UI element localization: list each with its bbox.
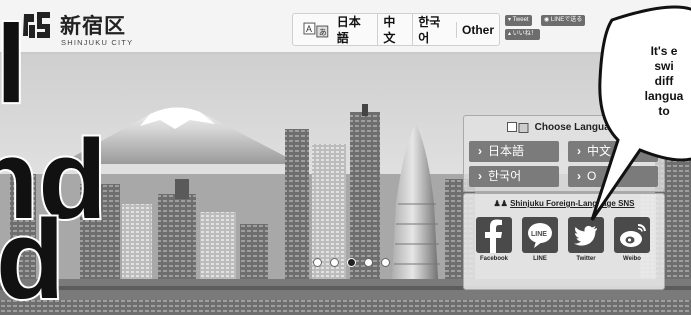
bubble-line-2: swi <box>654 59 674 73</box>
speech-bubble-text: It's e swi diff langua to <box>604 44 691 119</box>
bubble-line-4: langua <box>644 89 684 103</box>
bubble-line-1: It's e <box>650 44 678 58</box>
bubble-line-5: to <box>658 104 670 118</box>
speech-bubble <box>590 5 691 221</box>
page: { "header": { "logo_ja": "新宿区", "logo_en… <box>0 0 691 315</box>
bubble-line-3: diff <box>654 74 674 88</box>
